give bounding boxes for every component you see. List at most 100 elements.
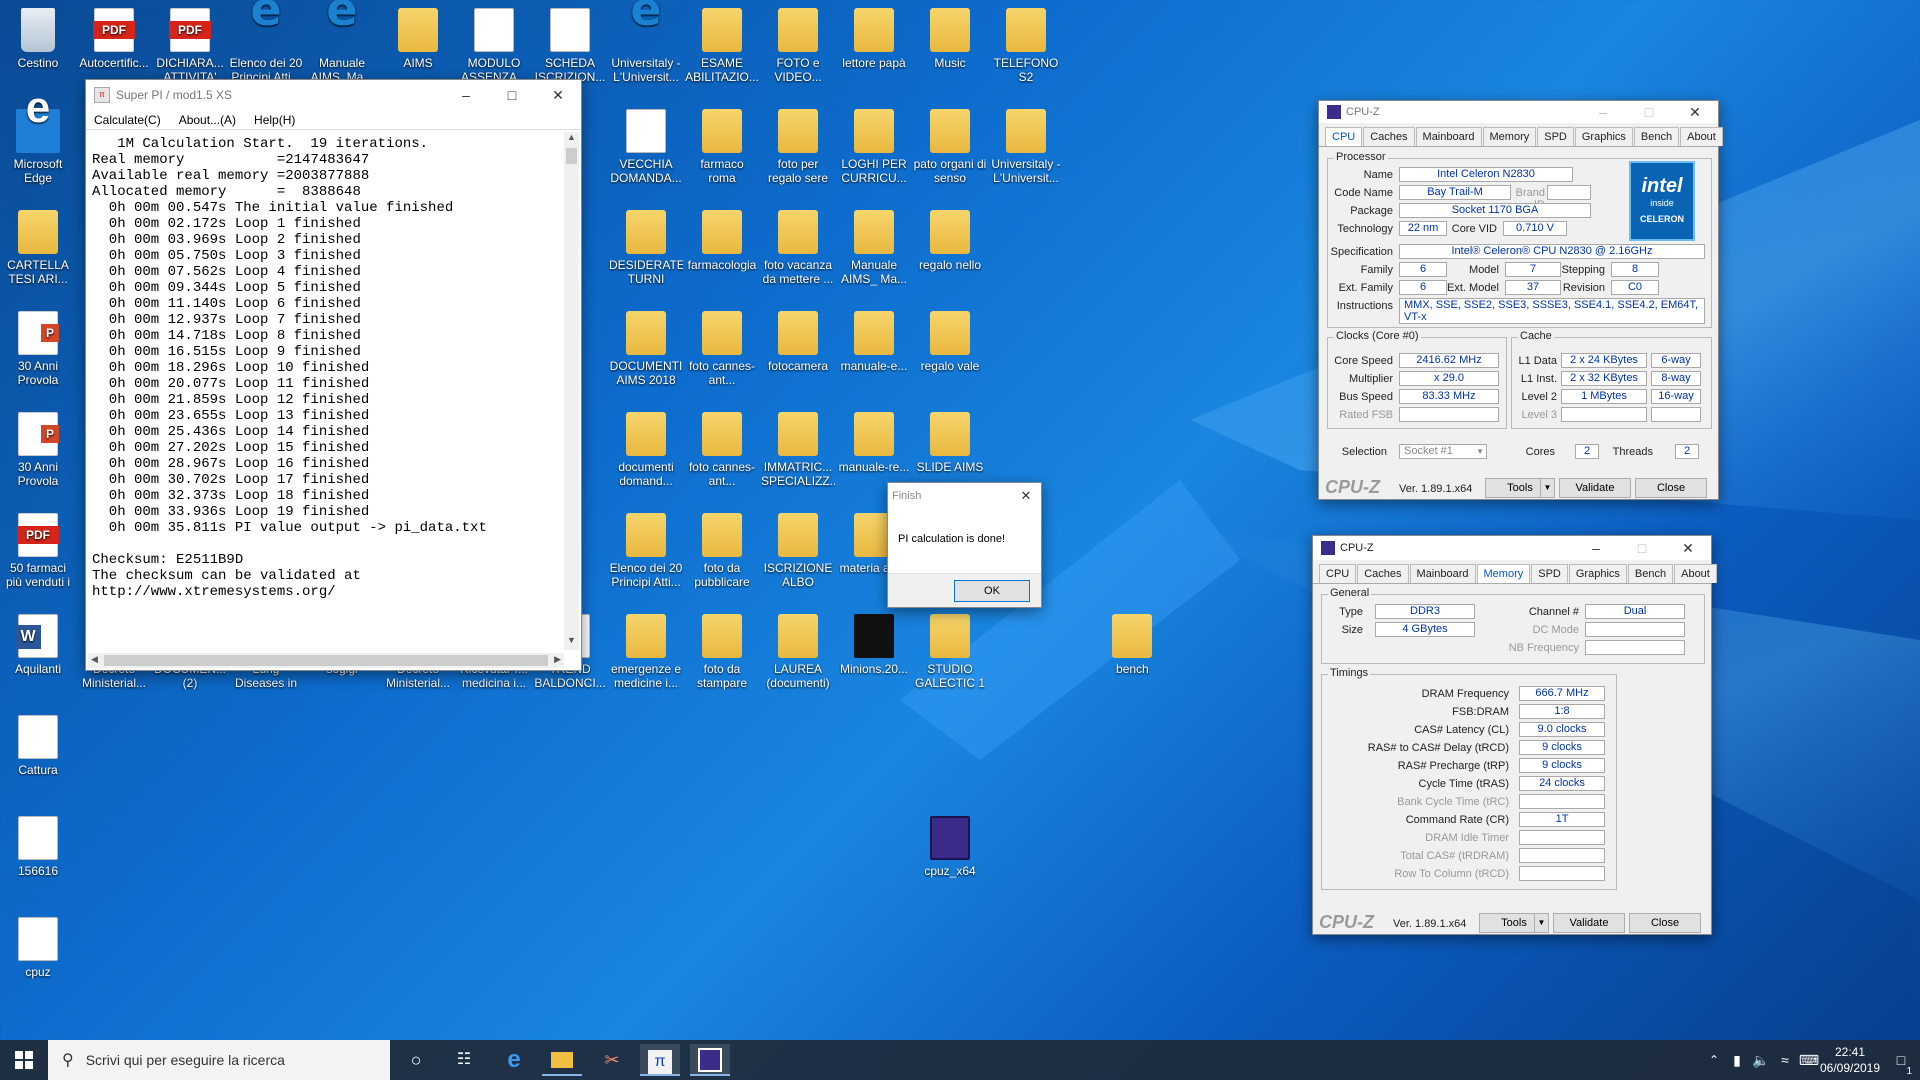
scroll-down-arrow[interactable]: ▼ [564,635,579,650]
scroll-thumb[interactable] [566,148,577,164]
desktop-icon[interactable]: bench [1095,610,1169,676]
tab-bench[interactable]: Bench [1627,564,1674,583]
desktop-icon[interactable]: cpuz_x64 [913,812,987,878]
maximize-button[interactable]: □ [1619,540,1665,557]
minimize-button[interactable]: – [1580,104,1626,121]
minimize-button[interactable]: – [1573,540,1619,557]
horizontal-scrollbar[interactable]: ◀ ▶ [88,653,564,668]
menu-about[interactable]: About...(A) [179,110,236,129]
action-center-icon[interactable]: □ 1 [1884,1044,1918,1077]
desktop-icon[interactable]: foto da stampare [685,610,759,690]
cpuz-cpu-titlebar[interactable]: CPU-Z – □ ✕ [1319,101,1718,123]
tab-cpu[interactable]: CPU [1325,127,1363,146]
desktop-icon[interactable]: Manuale AIMS_Ma... [305,2,379,84]
desktop-icon[interactable]: TELEFONO S2 [989,4,1063,84]
superpi-taskbar-icon[interactable]: π [640,1044,680,1076]
cortana-icon[interactable]: ○ [396,1044,436,1076]
close-cpuz-button[interactable]: Close [1635,478,1707,498]
desktop-icon[interactable]: 30 Anni Provola [1,307,75,387]
desktop-icon[interactable]: ESAME ABILITAZIO... [685,4,759,84]
validate-button[interactable]: Validate [1553,913,1625,933]
desktop-icon[interactable]: Manuale AIMS_ Ma... [837,206,911,286]
desktop-icon[interactable]: Music [913,4,987,70]
desktop-icon[interactable]: LOGHI PER CURRICU... [837,105,911,185]
vertical-scrollbar[interactable]: ▲ ▼ [564,132,579,650]
desktop-icon[interactable]: MODULO ASSENZA... [457,4,531,84]
desktop-icon[interactable]: 156616 [1,812,75,878]
desktop-icon[interactable]: foto vacanza da mettere ... [761,206,835,286]
edge-taskbar-icon[interactable]: e [494,1044,534,1076]
close-cpuz-button[interactable]: Close [1629,913,1701,933]
tab-graphics[interactable]: Graphics [1568,564,1627,583]
battery-icon[interactable]: ▮ [1726,1044,1748,1076]
show-hidden-icons[interactable]: ⌃ [1704,1044,1724,1076]
file-explorer-icon[interactable] [542,1044,582,1076]
minimize-button[interactable]: – [443,87,489,104]
ok-button[interactable]: OK [954,580,1030,602]
desktop-icon[interactable]: CARTELLA TESI ARI... [1,206,75,286]
desktop-icon[interactable]: SLIDE AIMS [913,408,987,474]
desktop-icon[interactable]: 50 farmaci più venduti i [1,509,75,589]
maximize-button[interactable]: □ [489,87,535,104]
volume-icon[interactable]: 🔈 [1750,1044,1772,1076]
desktop-icon[interactable]: STUDIO GALECTIC 1 [913,610,987,690]
close-button[interactable]: ✕ [1665,540,1711,557]
start-button[interactable] [4,1044,44,1076]
tab-mainboard[interactable]: Mainboard [1409,564,1476,583]
desktop-icon[interactable]: Elenco dei 20 Principi Atti... [609,509,683,589]
desktop-icon[interactable]: foto da pubblicare [685,509,759,589]
desktop-icon[interactable]: Cestino [1,4,75,70]
tab-cpu[interactable]: CPU [1319,564,1357,583]
snipping-tool-icon[interactable]: ✂ [592,1044,632,1076]
superpi-titlebar[interactable]: π Super PI / mod1.5 XS – □ ✕ [86,80,581,110]
desktop-icon[interactable]: 30 Anni Provola [1,408,75,488]
tools-button[interactable]: Tools ▼ [1479,913,1549,933]
desktop-icon[interactable]: VECCHIA DOMANDA... [609,105,683,185]
tools-button[interactable]: Tools ▼ [1485,478,1555,498]
tab-spd[interactable]: SPD [1531,564,1568,583]
desktop-icon[interactable]: Microsoft Edge [1,101,75,185]
desktop-icon[interactable]: foto per regalo sere [761,105,835,185]
maximize-button[interactable]: □ [1626,104,1672,121]
menu-calculate[interactable]: Calculate(C) [94,110,161,129]
menu-help[interactable]: Help(H) [254,110,295,129]
desktop-icon[interactable]: IMMATRIC... SPECIALIZZ... [761,408,835,488]
tab-about[interactable]: About [1680,127,1723,146]
desktop-icon[interactable]: cpuz [1,913,75,979]
clock[interactable]: 22:41 06/09/2019 [1808,1044,1892,1076]
desktop-icon[interactable]: manuale-e... [837,307,911,373]
desktop-icon[interactable]: manuale-re... [837,408,911,474]
desktop-icon[interactable]: Minions.20... [837,610,911,676]
desktop-icon[interactable]: Aquilanti [1,610,75,676]
tab-memory[interactable]: Memory [1476,564,1531,583]
close-button[interactable]: ✕ [1672,104,1718,121]
close-button[interactable]: ✕ [535,87,581,104]
task-view-icon[interactable]: ☷ [444,1044,484,1076]
desktop-icon[interactable]: DOCUMENTI AIMS 2018 [609,307,683,387]
desktop-icon[interactable]: SCHEDA ISCRIZION... [533,4,607,84]
desktop-icon[interactable]: Universitaly - L'Universit... [989,105,1063,185]
desktop-icon[interactable]: emergenze e medicine i... [609,610,683,690]
desktop-icon[interactable]: foto cannes-ant... [685,307,759,387]
cpuz-taskbar-icon[interactable] [690,1044,730,1076]
desktop-icon[interactable]: Cattura [1,711,75,777]
desktop-icon[interactable]: documenti domand... [609,408,683,488]
desktop-icon[interactable]: Autocertific... [77,4,151,70]
desktop-icon[interactable]: lettore papà [837,4,911,70]
tab-about[interactable]: About [1674,564,1717,583]
tab-memory[interactable]: Memory [1482,127,1537,146]
tab-mainboard[interactable]: Mainboard [1415,127,1482,146]
superpi-output[interactable]: 1M Calculation Start. 19 iterations. Real… [88,132,564,650]
desktop-icon[interactable]: DICHIARA... ATTIVITA' [153,4,227,84]
desktop-icon[interactable]: fotocamera [761,307,835,373]
desktop-icon[interactable]: FOTO e VIDEO... [761,4,835,84]
desktop-icon[interactable]: AIMS [381,4,455,70]
scroll-right-arrow[interactable]: ▶ [554,654,561,665]
h-scroll-thumb[interactable] [104,655,548,666]
finish-close-button[interactable]: ✕ [1011,488,1041,504]
validate-button[interactable]: Validate [1559,478,1631,498]
tab-caches[interactable]: Caches [1357,564,1409,583]
desktop-icon[interactable]: foto cannes-ant... [685,408,759,488]
desktop-icon[interactable]: farmaco roma [685,105,759,185]
selection-select[interactable]: Socket #1 ▼ [1399,444,1487,459]
